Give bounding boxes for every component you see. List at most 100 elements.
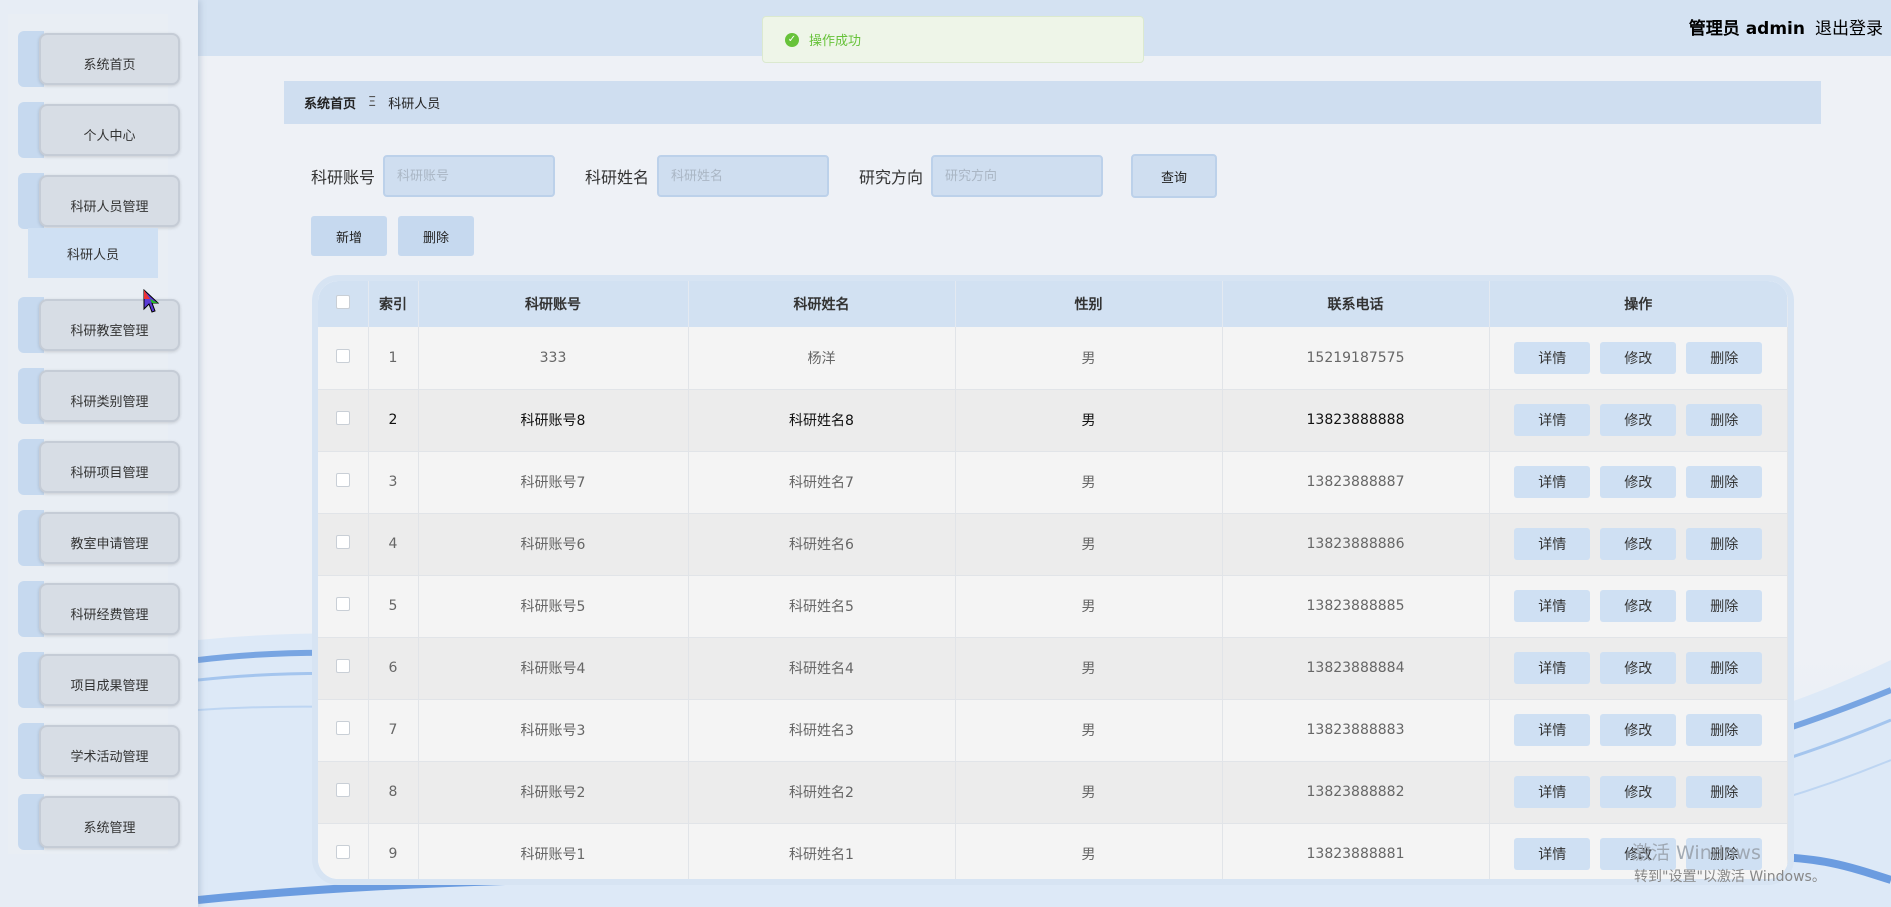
- sidebar-item-label: 科研类别管理: [39, 370, 180, 422]
- row-checkbox[interactable]: [318, 451, 369, 513]
- row-phone: 13823888885: [1222, 575, 1490, 637]
- row-phone: 13823888883: [1222, 699, 1490, 761]
- row-checkbox[interactable]: [318, 389, 369, 451]
- edit-button[interactable]: 修改: [1600, 776, 1677, 808]
- detail-button[interactable]: 详情: [1514, 714, 1591, 746]
- researcher-table: 索引 科研账号 科研姓名 性别 联系电话 操作 1 333 杨洋男 152191875…: [312, 275, 1794, 885]
- delete-button[interactable]: 删除: [1686, 714, 1763, 746]
- row-operations: 详情 修改 删除: [1489, 327, 1788, 389]
- delete-button[interactable]: 删除: [1686, 466, 1763, 498]
- row-checkbox[interactable]: [318, 327, 369, 389]
- sidebar-item-label: 科研人员管理: [39, 175, 180, 227]
- detail-button[interactable]: 详情: [1514, 341, 1591, 374]
- breadcrumb-home[interactable]: 系统首页: [304, 93, 356, 112]
- table-row: 7 科研账号3 科研姓名3 男 13823888883 详情 修改 删除: [318, 699, 1788, 761]
- column-header: 科研姓名: [688, 281, 956, 327]
- row-checkbox[interactable]: [318, 637, 369, 699]
- row-index: 2: [368, 389, 419, 451]
- row-checkbox[interactable]: [318, 761, 369, 823]
- row-name: 科研姓名7: [688, 451, 956, 513]
- row-checkbox[interactable]: [318, 575, 369, 637]
- sidebar-item-classroom-apply[interactable]: 教室申请管理: [18, 510, 182, 566]
- delete-button[interactable]: 删除: [1686, 590, 1763, 622]
- edit-button[interactable]: 修改: [1600, 652, 1677, 684]
- row-phone: 13823888884: [1222, 637, 1490, 699]
- table-row: 9 科研账号1 科研姓名1 男 13823888881 详情 修改 删除: [318, 823, 1788, 879]
- column-header: 索引: [368, 281, 419, 327]
- sidebar-item-label: 教室申请管理: [39, 512, 180, 564]
- sidebar-item-system-mgmt[interactable]: 系统管理: [18, 794, 182, 850]
- sidebar-item-project-mgmt[interactable]: 科研项目管理: [18, 439, 182, 495]
- row-account: 科研账号3: [418, 699, 689, 761]
- sidebar-item-profile[interactable]: 个人中心: [18, 102, 182, 158]
- detail-button[interactable]: 详情: [1514, 652, 1591, 684]
- row-phone: 13823888887: [1222, 451, 1490, 513]
- delete-button[interactable]: 删除: [1686, 341, 1763, 374]
- detail-button[interactable]: 详情: [1514, 590, 1591, 622]
- row-checkbox[interactable]: [318, 699, 369, 761]
- table-row: 8 科研账号2 科研姓名2 男 13823888882 详情 修改 删除: [318, 761, 1788, 823]
- action-toolbar: 新增 删除: [311, 216, 474, 256]
- select-all-checkbox[interactable]: [318, 281, 369, 327]
- table-row: 6 科研账号4 科研姓名4 男 13823888884 详情 修改 删除: [318, 637, 1788, 699]
- toast-message: 操作成功: [809, 34, 862, 49]
- sidebar-item-achievement-mgmt[interactable]: 项目成果管理: [18, 652, 182, 708]
- column-header: 性别: [955, 281, 1223, 327]
- account-search-input[interactable]: [383, 155, 556, 197]
- row-checkbox[interactable]: [318, 513, 369, 575]
- sidebar-item-label: 个人中心: [39, 104, 180, 156]
- row-phone: 13823888888: [1222, 389, 1490, 451]
- sidebar-item-home[interactable]: 系统首页: [18, 31, 182, 87]
- windows-watermark-subtext: 转到"设置"以激活 Windows。: [1634, 869, 1826, 885]
- sidebar-item-funding-mgmt[interactable]: 科研经费管理: [18, 581, 182, 637]
- success-toast: ✓ 操作成功: [762, 16, 1144, 63]
- column-header: 联系电话: [1222, 281, 1490, 327]
- account-label: 科研账号: [311, 168, 376, 187]
- bulk-delete-button[interactable]: 删除: [398, 216, 474, 256]
- row-name: 科研姓名2: [688, 761, 956, 823]
- delete-button[interactable]: 删除: [1686, 776, 1763, 808]
- edit-button[interactable]: 修改: [1600, 590, 1677, 622]
- row-account: 科研账号7: [418, 451, 689, 513]
- edit-button[interactable]: 修改: [1600, 466, 1677, 498]
- detail-button[interactable]: 详情: [1514, 404, 1591, 436]
- row-index: 3: [368, 451, 419, 513]
- detail-button[interactable]: 详情: [1514, 466, 1591, 498]
- row-name: 科研姓名4: [688, 637, 956, 699]
- detail-button[interactable]: 详情: [1514, 528, 1591, 560]
- row-gender: 男: [955, 637, 1223, 699]
- edit-button[interactable]: 修改: [1600, 404, 1677, 436]
- row-gender: 男: [955, 761, 1223, 823]
- edit-button[interactable]: 修改: [1600, 714, 1677, 746]
- name-search-input[interactable]: [657, 155, 830, 197]
- user-role: 管理员: [1688, 19, 1740, 39]
- sidebar-item-label: 系统首页: [39, 33, 180, 85]
- breadcrumb-separator-icon: Ξ: [368, 95, 377, 110]
- delete-button[interactable]: 删除: [1686, 404, 1763, 436]
- direction-search-input[interactable]: [931, 155, 1104, 197]
- edit-button[interactable]: 修改: [1600, 528, 1677, 560]
- sidebar-item-activity-mgmt[interactable]: 学术活动管理: [18, 723, 182, 779]
- row-operations: 详情 修改 删除: [1489, 637, 1788, 699]
- row-account: 333: [418, 327, 689, 389]
- row-gender: 男: [955, 451, 1223, 513]
- sidebar-item-label: 学术活动管理: [39, 725, 180, 777]
- add-button[interactable]: 新增: [311, 216, 387, 256]
- sidebar-item-category-mgmt[interactable]: 科研类别管理: [18, 368, 182, 424]
- detail-button[interactable]: 详情: [1514, 838, 1591, 870]
- sidebar-item-label: 科研项目管理: [39, 441, 180, 493]
- row-index: 6: [368, 637, 419, 699]
- delete-button[interactable]: 删除: [1686, 652, 1763, 684]
- edit-button[interactable]: 修改: [1600, 341, 1677, 374]
- logout-link[interactable]: 退出登录: [1815, 14, 1883, 39]
- sidebar-item-researcher-mgmt[interactable]: 科研人员管理: [18, 173, 182, 229]
- table-row: 3 科研账号7 科研姓名7 男 13823888887 详情 修改 删除: [318, 451, 1788, 513]
- row-gender: 男: [955, 575, 1223, 637]
- delete-button[interactable]: 删除: [1686, 528, 1763, 560]
- row-checkbox[interactable]: [318, 823, 369, 879]
- user-info: 管理员 admin: [1689, 14, 1805, 39]
- query-button[interactable]: 查询: [1131, 154, 1218, 198]
- detail-button[interactable]: 详情: [1514, 776, 1591, 808]
- sidebar-subitem-researcher[interactable]: 科研人员: [28, 228, 158, 278]
- row-operations: 详情 修改 删除: [1489, 389, 1788, 451]
